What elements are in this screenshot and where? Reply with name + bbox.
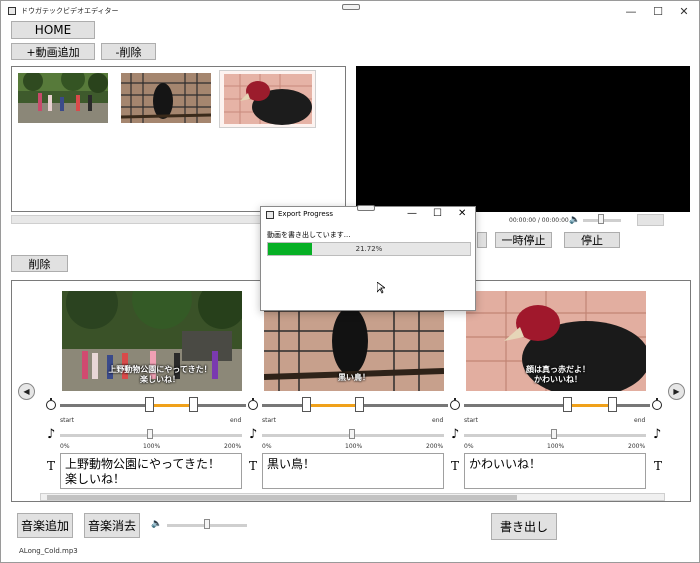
dialog-minimize-button[interactable]: — bbox=[407, 208, 417, 219]
clip-1-speed-handle[interactable] bbox=[147, 429, 153, 439]
clip-2-text-icon: T bbox=[249, 459, 258, 473]
app-window: ドウガテックビデオエディター — ☐ ✕ HOME +動画追加 -削除 00:0… bbox=[0, 0, 700, 563]
app-icon bbox=[8, 7, 16, 15]
timeline-next-button[interactable]: ▶ bbox=[668, 383, 685, 400]
dialog-title: Export Progress bbox=[278, 210, 334, 218]
window-title: ドウガテックビデオエディター bbox=[21, 7, 119, 15]
clip-1-caption-overlay: 上野動物公園にやってきた！ 楽しいね！ bbox=[108, 365, 212, 384]
clip-1-start-label: start bbox=[60, 417, 74, 424]
export-progress-bar: 21.72% bbox=[267, 242, 471, 256]
remove-music-button[interactable]: 音楽消去 bbox=[84, 513, 140, 538]
export-button[interactable]: 書き出し bbox=[491, 513, 557, 540]
clip-3-end-label: end bbox=[634, 417, 646, 424]
clip-1-trim-start-handle[interactable] bbox=[145, 397, 154, 412]
clip-3-trim-start-handle[interactable] bbox=[563, 397, 572, 412]
dialog-app-icon bbox=[266, 211, 274, 219]
clip-2-start-label: start bbox=[262, 417, 276, 424]
dialog-message: 動画を書き出しています... bbox=[267, 231, 351, 239]
clip-1-end-label: end bbox=[230, 417, 242, 424]
clip-2-speed-min: 0% bbox=[262, 443, 272, 450]
export-progress-dialog: Export Progress — ☐ ✕ 動画を書き出しています... 21.… bbox=[260, 205, 476, 311]
media-library-panel bbox=[11, 66, 346, 212]
timeline-scrollbar[interactable] bbox=[40, 493, 665, 501]
title-bar: ドウガテックビデオエディター — ☐ ✕ bbox=[1, 1, 699, 23]
dialog-maximize-button[interactable]: ☐ bbox=[433, 208, 442, 219]
clip-2-end-label: end bbox=[432, 417, 444, 424]
pause-button[interactable]: 一時停止 bbox=[495, 232, 552, 248]
clip-3-text-field[interactable]: かわいいね！ bbox=[464, 453, 646, 489]
dialog-close-button[interactable]: ✕ bbox=[458, 208, 466, 219]
timeline-prev-button[interactable]: ◀ bbox=[18, 383, 35, 400]
clip-2-trim-end-handle[interactable] bbox=[355, 397, 364, 412]
clip-1-text-icon: T bbox=[47, 459, 56, 473]
clip-3-speed-handle[interactable] bbox=[551, 429, 557, 439]
export-progress-percent: 21.72% bbox=[355, 245, 383, 253]
music-volume-handle[interactable] bbox=[204, 519, 210, 529]
clip-1-trim-end-handle[interactable] bbox=[189, 397, 198, 412]
clip-1-timer-icon bbox=[46, 398, 56, 410]
media-thumbnail-bird-cage[interactable] bbox=[121, 73, 211, 123]
clip-3-text-icon: T bbox=[451, 459, 460, 473]
player-volume-knob[interactable] bbox=[598, 214, 604, 224]
add-music-button[interactable]: 音楽追加 bbox=[17, 513, 73, 538]
timeline-scrollbar-thumb[interactable] bbox=[47, 495, 517, 500]
clip-2-speed-max: 200% bbox=[426, 443, 444, 450]
clip-1-speed-min: 0% bbox=[60, 443, 70, 450]
media-thumbnail-zoo[interactable] bbox=[18, 73, 108, 123]
mouse-cursor-icon bbox=[377, 282, 385, 294]
clip-1-speed-mid: 100% bbox=[143, 443, 161, 450]
clip-3-speed-note-icon: ♪ bbox=[451, 427, 460, 442]
clip-2-speed-mid: 100% bbox=[345, 443, 363, 450]
video-preview[interactable] bbox=[356, 66, 690, 212]
clip-3-trim-range bbox=[568, 404, 613, 407]
add-video-button[interactable]: +動画追加 bbox=[11, 43, 95, 60]
clip-3-trim-end-handle[interactable] bbox=[608, 397, 617, 412]
clip-3-speed-max: 200% bbox=[628, 443, 646, 450]
volume-icon: 🔈 bbox=[569, 215, 581, 225]
dialog-drag-grip-icon[interactable] bbox=[357, 205, 375, 211]
bird-cage-image bbox=[121, 73, 211, 123]
clip-1-text-field[interactable]: 上野動物公園にやってきた！ 楽しいね！ bbox=[60, 453, 242, 489]
minimize-button[interactable]: — bbox=[616, 3, 646, 21]
home-button[interactable]: HOME bbox=[11, 21, 95, 39]
clip-2-caption-overlay: 黒い鳥！ bbox=[338, 373, 370, 382]
clip-3-speed-min: 0% bbox=[464, 443, 474, 450]
clip-2-speed-note-icon: ♪ bbox=[249, 427, 258, 442]
vulture-image bbox=[224, 74, 312, 125]
clip-3-caption-overlay: 顔は真っ赤だよ！ かわいいね！ bbox=[526, 365, 590, 384]
timeline-panel: ◀ ▶ 上野動物公園にやってきた！ 楽しいね！ 黒い鳥！ 顔は真っ赤だよ！ かわ… bbox=[11, 280, 691, 502]
media-thumbnail-vulture-selected[interactable] bbox=[219, 70, 316, 128]
music-file-name: ALong_Cold.mp3 bbox=[19, 547, 78, 555]
clip-2-speed-handle[interactable] bbox=[349, 429, 355, 439]
clip-1-speed-note-icon: ♪ bbox=[47, 427, 56, 442]
drag-grip-icon[interactable] bbox=[342, 4, 360, 10]
clip-4-timer-icon bbox=[652, 398, 662, 410]
clip-2-timer-icon bbox=[248, 398, 258, 410]
clip-4-speed-note-icon: ♪ bbox=[653, 427, 662, 442]
player-extra-box[interactable] bbox=[637, 214, 664, 226]
play-button[interactable] bbox=[477, 232, 487, 248]
stop-button[interactable]: 停止 bbox=[564, 232, 620, 248]
delete-video-button[interactable]: -削除 bbox=[101, 43, 156, 60]
clip-3-speed-mid: 100% bbox=[547, 443, 565, 450]
clip-3-start-label: start bbox=[464, 417, 478, 424]
clip-4-text-icon: T bbox=[654, 459, 663, 473]
playback-time: 00:00:00 / 00:00:00 bbox=[509, 217, 569, 224]
clip-3-trim-track[interactable] bbox=[464, 404, 650, 407]
clip-2-text-field[interactable]: 黒い鳥！ bbox=[262, 453, 444, 489]
zoo-image bbox=[18, 73, 108, 123]
close-button[interactable]: ✕ bbox=[669, 3, 699, 21]
clip-2-trim-range bbox=[308, 404, 361, 407]
clip-3-timer-icon bbox=[450, 398, 460, 410]
clip-1-speed-max: 200% bbox=[224, 443, 242, 450]
clip-2-trim-start-handle[interactable] bbox=[302, 397, 311, 412]
music-volume-icon: 🔈 bbox=[151, 519, 163, 529]
delete-clip-button[interactable]: 削除 bbox=[11, 255, 68, 272]
